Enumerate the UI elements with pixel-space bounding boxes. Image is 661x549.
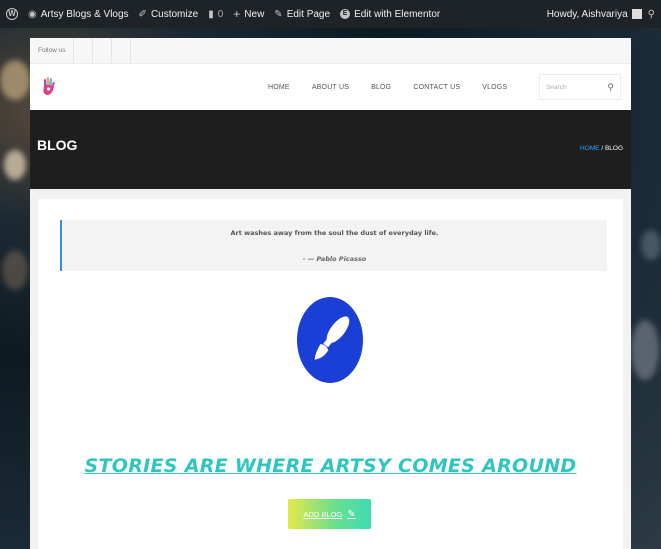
paintbrush-icon [314,316,350,360]
blockquote: Art washes away from the soul the dust o… [60,220,607,271]
top-bar: Follow us [30,37,631,64]
site-name-menu[interactable]: ◉ Artsy Blogs & Vlogs [28,9,129,20]
divider [111,37,113,64]
customize-label: Customize [150,8,199,20]
site-header: HOME ABOUT US BLOG CONTACT US VLOGS Sear… [30,64,631,110]
content-card: Art washes away from the soul the dust o… [38,199,623,549]
new-label: New [244,8,265,20]
brush-icon: ✐ [138,8,147,20]
search-input[interactable]: Search ⚲ [539,74,621,100]
main-nav: HOME ABOUT US BLOG CONTACT US VLOGS [268,64,507,110]
page-title: BLOG [37,137,78,153]
background-bokeh [0,60,30,100]
follow-us-label: Follow us [38,47,66,54]
site-name-label: Artsy Blogs & Vlogs [40,8,129,20]
edit-elementor-label: Edit with Elementor [354,8,441,20]
add-blog-button[interactable]: ADD BLOG ✎ [288,499,371,529]
pencil-icon: ✎ [347,508,356,520]
comments-count: 0 [217,8,224,20]
wordpress-icon: W [6,8,18,20]
edit-page-label: Edit Page [286,8,331,20]
quote-author: - — Pablo Picasso [302,255,367,263]
divider [130,37,132,64]
background-bokeh [2,250,28,290]
comment-icon: ▮ [208,8,214,20]
howdy-label: Howdy, Aishvariya [546,8,628,20]
search-icon[interactable]: ⚲ [607,82,614,93]
nav-vlogs[interactable]: VLOGS [482,84,507,91]
background-bokeh [631,320,659,380]
dashboard-icon: ◉ [28,8,37,20]
account-menu[interactable]: Howdy, Aishvariya [547,9,642,20]
nav-home[interactable]: HOME [268,84,290,91]
edit-elementor-link[interactable]: E Edit with Elementor [340,9,440,20]
elementor-icon: E [340,9,351,19]
comments-link[interactable]: ▮ 0 [208,9,223,20]
page-title-bar: BLOG HOME / BLOG [30,110,631,189]
avatar [631,9,642,19]
nav-contact-us[interactable]: CONTACT US [413,84,460,91]
hero-tagline: STORIES ARE WHERE ARTSY COMES AROUND [84,455,577,477]
content-area: Art washes away from the soul the dust o… [30,189,631,549]
edit-page-link[interactable]: ✎ Edit Page [274,9,330,20]
search-placeholder: Search [546,83,567,91]
site-logo[interactable] [40,76,58,98]
quote-text: Art washes away from the soul the dust o… [230,229,439,237]
breadcrumb: HOME / BLOG [580,145,623,152]
new-content-menu[interactable]: + New [233,7,264,21]
wp-logo-menu[interactable]: W [6,8,18,20]
site-container: Follow us HOME ABOUT US BLOG CONTACT US … [30,37,631,549]
pencil-icon: ✎ [274,8,283,20]
customize-link[interactable]: ✐ Customize [139,9,199,20]
plus-icon: + [233,7,241,21]
breadcrumb-home[interactable]: HOME [580,145,600,152]
paintbrush-badge [297,297,363,383]
admin-bar: W ◉ Artsy Blogs & Vlogs ✐ Customize ▮ 0 … [0,0,661,28]
background-bokeh [4,150,26,180]
breadcrumb-current: BLOG [604,145,623,152]
divider [73,37,75,64]
add-blog-label: ADD BLOG [303,509,343,519]
search-icon[interactable]: ⚲ [648,9,655,20]
background-bokeh [641,230,661,260]
divider [92,37,94,64]
nav-about-us[interactable]: ABOUT US [312,84,349,91]
nav-blog[interactable]: BLOG [371,84,391,91]
hand-logo-icon [43,77,55,95]
